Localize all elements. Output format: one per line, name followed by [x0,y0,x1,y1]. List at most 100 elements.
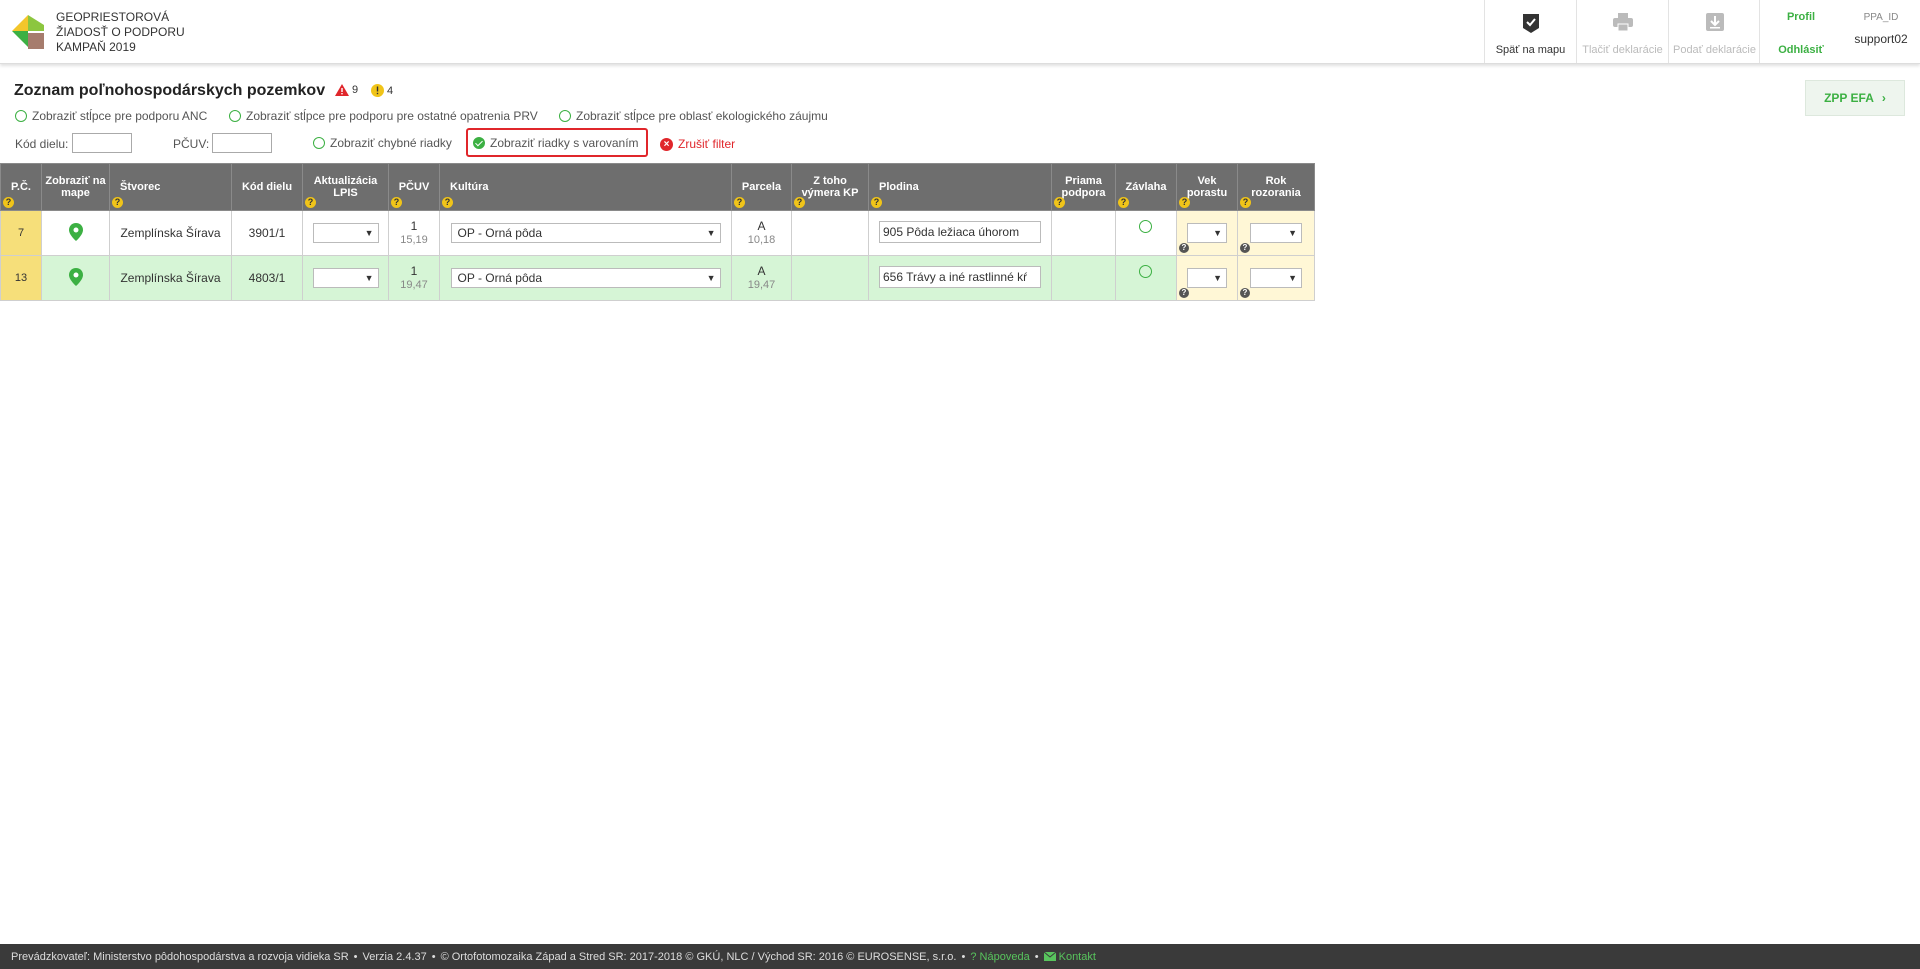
kultura-select[interactable]: OP - Orná pôda ▼ [450,223,721,243]
dropdown-arrow-icon: ▼ [706,228,716,238]
col-header-pcuv[interactable]: PČUV? [388,163,440,211]
logout-link[interactable]: Odhlásiť [1760,44,1842,56]
rok-rozorania-select[interactable]: ▼ [1250,268,1302,288]
col-header-lpis[interactable]: Aktualizácia LPIS? [302,163,389,211]
stvorec-cell: Zemplínska Šírava [109,255,232,301]
warning-circle-icon [371,84,384,97]
download-icon [1705,13,1724,31]
kultura-cell: OP - Orná pôda ▼ [439,210,732,256]
irrigation-radio-icon[interactable] [1139,220,1152,233]
map-check-icon [1522,14,1539,33]
help-icon: ? [1240,197,1251,208]
print-declarations-label: Tlačiť deklarácie [1582,44,1663,56]
toggle-anc-columns[interactable]: Zobraziť stĺpce pre podporu ANC [15,109,207,123]
kultura-cell: OP - Orná pôda ▼ [439,255,732,301]
help-icon: ? [794,197,805,208]
radio-circle-icon [229,110,241,122]
chevron-right-icon: › [1881,91,1886,105]
help-icon: ? [305,197,316,208]
show-on-map-cell[interactable] [41,255,110,301]
map-marker-icon[interactable] [68,222,83,241]
vek-porastu-select[interactable]: ▼ [1187,223,1227,243]
vek-porastu-select[interactable]: ▼ [1187,268,1227,288]
col-header-show-on-map[interactable]: Zobraziť na mape [41,163,110,211]
col-header-kod-dielu[interactable]: Kód dielu [231,163,303,211]
footer-separator: • [431,950,436,963]
show-warning-rows-label: Zobraziť riadky s varovaním [490,136,639,150]
col-header-plodina[interactable]: Plodina? [868,163,1052,211]
rok-rozorania-cell: ▼? [1237,255,1315,301]
zpp-efa-button[interactable]: ZPP EFA › [1805,80,1905,116]
lpis-select[interactable]: ▼ [312,223,379,243]
col-header-kultura[interactable]: Kultúra? [439,163,732,211]
dropdown-arrow-icon: ▼ [1213,273,1222,283]
radio-circle-icon [313,137,325,149]
col-header-pc[interactable]: P.Č.? [0,163,42,211]
help-icon: ? [1118,197,1129,208]
show-on-map-cell[interactable] [41,210,110,256]
submit-declarations-label: Podať deklarácie [1672,44,1756,56]
table-row[interactable]: 7 Zemplínska Šírava 3901/1 ▼ 1 15,19 OP -… [0,210,1315,256]
submit-declarations-button[interactable]: Podať deklarácie [1668,0,1760,63]
kod-dielu-cell: 3901/1 [231,210,303,256]
help-link[interactable]: ? Nápoveda [970,951,1029,963]
contact-link[interactable]: Kontakt [1043,951,1096,963]
plodina-cell: 656 Trávy a iné rastlinné kŕ [868,255,1052,301]
radio-circle-icon [15,110,27,122]
toggle-efa-columns[interactable]: Zobraziť stĺpce pre oblasť ekologického … [559,109,828,123]
toggle-prv-columns[interactable]: Zobraziť stĺpce pre podporu pre ostatné … [229,109,538,123]
row-number: 13 [0,255,42,301]
warning-count-badge: 4 [371,84,393,97]
kultura-select[interactable]: OP - Orná pôda ▼ [450,268,721,288]
clear-filter-button[interactable]: × Zrušiť filter [660,137,735,151]
parcela-cell: A 10,18 [731,210,792,256]
kod-dielu-input[interactable] [72,133,132,153]
show-error-rows-label: Zobraziť chybné riadky [330,136,452,150]
show-error-rows-toggle[interactable]: Zobraziť chybné riadky [313,136,452,150]
dropdown-arrow-icon: ▼ [364,273,374,283]
col-header-zavlaha[interactable]: Závlaha? [1115,163,1177,211]
rok-rozorania-select[interactable]: ▼ [1250,223,1302,243]
stvorec-cell: Zemplínska Šírava [109,210,232,256]
col-header-vymera-kp[interactable]: Z toho výmera KP? [791,163,869,211]
col-header-parcela[interactable]: Parcela? [731,163,792,211]
pcuv-input[interactable] [212,133,272,153]
zavlaha-cell[interactable] [1115,255,1177,301]
help-icon: ? [112,197,123,208]
question-icon: ? [970,950,977,963]
map-marker-icon[interactable] [68,267,83,286]
toggle-prv-label: Zobraziť stĺpce pre podporu pre ostatné … [246,109,538,123]
table-row[interactable]: 13 Zemplínska Šírava 4803/1 ▼ 1 19,47 OP … [0,255,1315,301]
plodina-input[interactable]: 656 Trávy a iné rastlinné kŕ [879,265,1041,288]
dropdown-arrow-icon: ▼ [1213,228,1222,238]
back-to-map-button[interactable]: Späť na mapu [1484,0,1576,63]
col-header-rok-rozorania[interactable]: Rok rozorania? [1237,163,1315,211]
dropdown-arrow-icon: ▼ [1288,273,1297,283]
app-header: GEOPRIESTOROVÁ ŽIADOSŤ O PODPORU KAMPAŇ … [0,0,1920,64]
show-warning-rows-toggle[interactable]: Zobraziť riadky s varovaním [473,136,639,150]
kod-dielu-cell: 4803/1 [231,255,303,301]
irrigation-radio-icon[interactable] [1139,265,1152,278]
app-logo [12,15,44,49]
page-title: Zoznam poľnohospodárskych pozemkov [14,82,326,99]
vek-porastu-cell: ▼? [1176,210,1238,256]
user-id-label: PPA_ID [1863,12,1899,23]
profile-link[interactable]: Profil [1760,11,1842,23]
envelope-icon [1043,951,1056,961]
lpis-select[interactable]: ▼ [312,268,379,288]
footer-version: Verzia 2.4.37 [362,950,427,963]
help-icon: ? [391,197,402,208]
zavlaha-cell[interactable] [1115,210,1177,256]
col-header-stvorec[interactable]: Štvorec? [109,163,232,211]
dropdown-arrow-icon: ▼ [706,273,716,283]
print-declarations-button[interactable]: Tlačiť deklarácie [1576,0,1668,63]
help-icon: ? [1179,288,1189,298]
plodina-input[interactable]: 905 Pôda ležiaca úhorom [879,220,1041,243]
radio-circle-icon [559,110,571,122]
row-number: 7 [0,210,42,256]
error-triangle-icon [335,84,349,96]
footer-separator: • [353,950,358,963]
col-header-priama-podpora[interactable]: Priama podpora? [1051,163,1116,211]
col-header-vek-porastu[interactable]: Vek porastu? [1176,163,1238,211]
vymera-kp-cell [791,255,869,301]
